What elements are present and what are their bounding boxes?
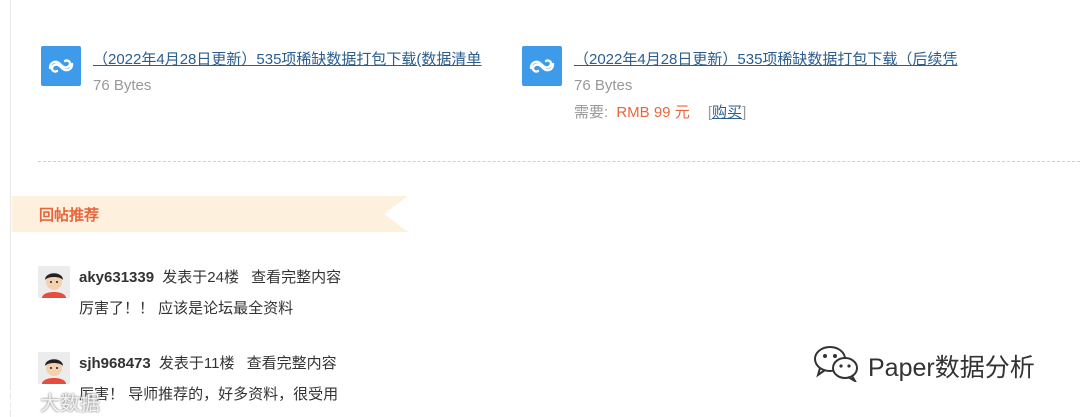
left-border [10, 0, 11, 417]
attachment-size: 76 Bytes [93, 77, 152, 94]
reply-content: 厉害！ 导师推荐的，好多资料，很受用 [79, 386, 339, 403]
watermark-bottom: 大数据 [0, 385, 100, 417]
watermark-bottom-text: 大数据 [40, 392, 100, 415]
reply-item: aky631339 发表于24楼 查看完整内容 厉害了！！ 应该是论坛最全资料 [38, 266, 438, 326]
buy-wrap: [购买] [708, 104, 746, 121]
watermark: Paper数据分析 [812, 344, 1035, 389]
cloud-file-icon [41, 46, 81, 86]
cloud-file-icon [522, 46, 562, 86]
wechat-icon [812, 344, 860, 389]
reply-content: 厉害了！！ 应该是论坛最全资料 [79, 300, 294, 317]
view-full-link[interactable]: 查看完整内容 [251, 269, 341, 286]
view-full-link[interactable]: 查看完整内容 [247, 355, 337, 372]
weibo-icon [0, 385, 36, 417]
reply-floor: 发表于11楼 [158, 355, 235, 372]
buy-bracket-close: ] [742, 104, 747, 121]
reply-meta: sjh968473 发表于11楼 查看完整内容 [79, 352, 337, 373]
watermark-text: Paper数据分析 [868, 354, 1035, 382]
attachment-size: 76 Bytes [574, 77, 633, 94]
avatar[interactable] [38, 352, 70, 384]
avatar[interactable] [38, 266, 70, 298]
reply-floor: 发表于24楼 [162, 269, 239, 286]
price-value: RMB 99 元 [616, 104, 690, 121]
price-row: 需要: RMB 99 元 [购买] [574, 101, 746, 122]
attachment-link[interactable]: （2022年4月28日更新）535项稀缺数据打包下载（后续凭 [574, 48, 994, 69]
reply-meta: aky631339 发表于24楼 查看完整内容 [79, 266, 341, 287]
price-label: 需要: [574, 104, 609, 121]
reply-username[interactable]: sjh968473 [79, 355, 151, 372]
dashed-divider [38, 161, 1080, 162]
attachment-link[interactable]: （2022年4月28日更新）535项稀缺数据打包下载(数据清单 [93, 48, 511, 69]
section-title: 回帖推荐 [39, 207, 100, 224]
reply-username[interactable]: aky631339 [79, 269, 154, 286]
buy-link[interactable]: 购买 [712, 104, 742, 121]
